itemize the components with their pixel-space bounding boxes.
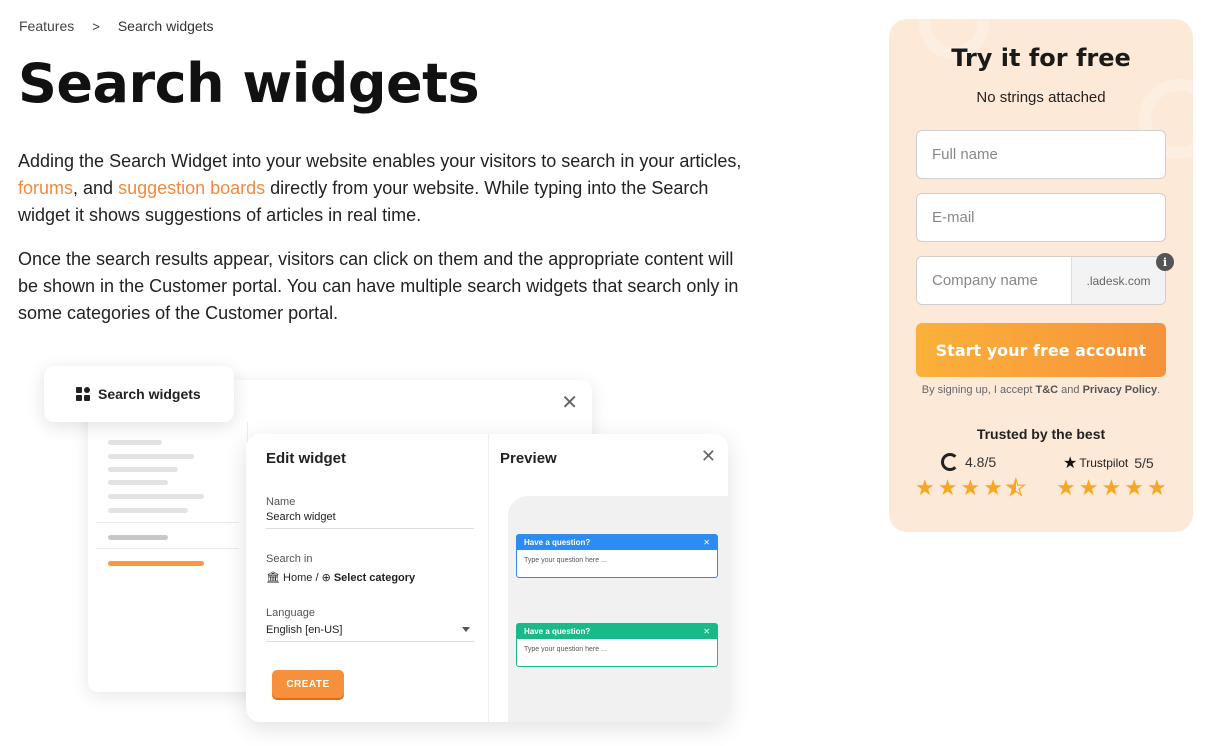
g2-rating-value: 4.8/5 — [965, 454, 997, 470]
skeleton-line — [108, 467, 178, 472]
name-label: Name — [266, 496, 296, 508]
close-icon: ✕ — [703, 538, 710, 547]
trustpilot-rating: ★ Trustpilot 5/5 — [1063, 453, 1154, 473]
signup-title: Try it for free — [951, 44, 1131, 72]
select-category: Select category — [333, 572, 416, 584]
signup-card: Try it for free No strings attached .lad… — [889, 19, 1193, 532]
breadcrumb-features-link[interactable]: Features — [19, 18, 74, 34]
email-input[interactable] — [916, 193, 1166, 242]
close-icon: ✕ — [561, 392, 578, 414]
trustpilot-name: Trustpilot — [1079, 456, 1129, 470]
trusted-heading: Trusted by the best — [976, 426, 1106, 442]
divider — [96, 522, 239, 523]
star-icon: ★ — [915, 475, 935, 500]
home-icon: 🏛︎ — [266, 572, 280, 584]
tab-label: Search widgets — [98, 386, 201, 402]
trustpilot-logo: ★ Trustpilot — [1063, 453, 1128, 473]
g2-stars: ★ ★ ★ ★ ★ — [915, 475, 1026, 500]
terms-text: By signing up, I accept T&C and Privacy … — [889, 384, 1193, 396]
star-icon: ★ — [937, 475, 958, 500]
language-select: English [en-US] — [266, 624, 474, 642]
skeleton-line — [108, 535, 168, 540]
widget-header: Have a question? ✕ — [517, 624, 717, 639]
intro-paragraph-1: Adding the Search Widget into your websi… — [18, 148, 758, 229]
widgets-grid-icon — [76, 387, 90, 401]
search-in-home: Home — [283, 572, 313, 584]
skeleton-line — [108, 440, 162, 445]
trustpilot-star-icon: ★ — [1063, 455, 1078, 472]
language-label: Language — [266, 607, 315, 619]
star-icon: ★ — [1056, 475, 1076, 500]
forums-link[interactable]: forums — [18, 178, 73, 198]
company-field: .ladesk.com — [916, 256, 1166, 305]
trustpilot-rating-value: 5/5 — [1134, 455, 1154, 471]
intro-p1-start: Adding the Search Widget into your websi… — [18, 151, 742, 171]
create-button: CREATE — [272, 670, 344, 698]
trustpilot-stars: ★ ★ ★ ★ ★ — [1056, 477, 1167, 499]
search-widget-illustration: ✕ Search widgets Edit widget Name Search… — [44, 366, 744, 736]
intro-p1-mid: , and — [73, 178, 119, 198]
edit-widget-title: Edit widget — [266, 450, 346, 467]
breadcrumb-current: Search widgets — [117, 18, 214, 34]
star-icon: ★ — [983, 475, 1003, 500]
edit-widget-form: Edit widget Name Search widget Search in… — [246, 434, 489, 722]
skeleton-line — [108, 454, 194, 459]
widget-input: Type your question here ... — [524, 646, 607, 653]
intro-text: Adding the Search Widget into your websi… — [18, 148, 758, 344]
skeleton-line — [108, 480, 168, 485]
page-title: Search widgets — [18, 52, 480, 115]
widget-input: Type your question here ... — [524, 557, 607, 564]
name-field: Search widget — [266, 511, 474, 529]
preview-area: Have a question? ✕ Type your question her… — [508, 496, 728, 722]
signup-subtitle: No strings attached — [976, 89, 1106, 106]
widget-header-text: Have a question? — [524, 627, 591, 636]
divider — [96, 548, 239, 549]
star-icon: ★ — [960, 475, 981, 500]
terms-mid: and — [1058, 384, 1083, 396]
plus-circle-icon: ⊕ — [321, 572, 331, 584]
star-icon: ★ — [1124, 475, 1144, 500]
suggestion-boards-link[interactable]: suggestion boards — [118, 178, 265, 198]
star-icon: ★ — [1078, 475, 1099, 500]
breadcrumb-separator: > — [92, 18, 100, 34]
terms-prefix: By signing up, I accept — [921, 384, 1036, 396]
g2-rating: 4.8/5 — [941, 453, 996, 471]
search-in-field: 🏛︎ Home / ⊕ Select category — [266, 571, 474, 589]
illustration-sidebar — [88, 422, 248, 692]
preview-widget-green: Have a question? ✕ Type your question her… — [516, 623, 718, 667]
close-icon: ✕ — [700, 446, 716, 466]
intro-paragraph-2: Once the search results appear, visitors… — [18, 249, 739, 323]
info-icon[interactable]: i — [1156, 253, 1174, 271]
terms-suffix: . — [1157, 384, 1161, 396]
breadcrumb: Features > Search widgets — [19, 18, 214, 34]
half-star-icon: ★ — [1005, 475, 1026, 500]
edit-widget-panel: Edit widget Name Search widget Search in… — [246, 434, 728, 722]
chevron-down-icon — [462, 627, 470, 632]
search-in-separator: / — [315, 572, 319, 584]
g2-logo-icon — [941, 453, 959, 471]
privacy-policy-link[interactable]: Privacy Policy — [1083, 384, 1158, 396]
close-icon: ✕ — [703, 627, 710, 636]
company-name-input[interactable] — [917, 257, 1071, 304]
widget-header-text: Have a question? — [524, 538, 591, 547]
terms-link[interactable]: T&C — [1035, 384, 1058, 396]
full-name-input[interactable] — [916, 130, 1166, 179]
star-icon: ★ — [1101, 475, 1122, 500]
company-domain-suffix: .ladesk.com — [1071, 257, 1165, 304]
preview-title: Preview — [500, 450, 557, 467]
star-icon: ★ — [1146, 475, 1167, 500]
widget-header: Have a question? ✕ — [517, 535, 717, 550]
skeleton-line — [108, 494, 204, 499]
skeleton-line — [108, 508, 188, 513]
search-widgets-tab: Search widgets — [44, 366, 234, 422]
language-value: English [en-US] — [266, 624, 343, 636]
skeleton-line-active — [108, 561, 204, 566]
preview-widget-blue: Have a question? ✕ Type your question her… — [516, 534, 718, 578]
start-free-account-button[interactable]: Start your free account — [916, 323, 1166, 377]
search-in-label: Search in — [266, 553, 313, 565]
